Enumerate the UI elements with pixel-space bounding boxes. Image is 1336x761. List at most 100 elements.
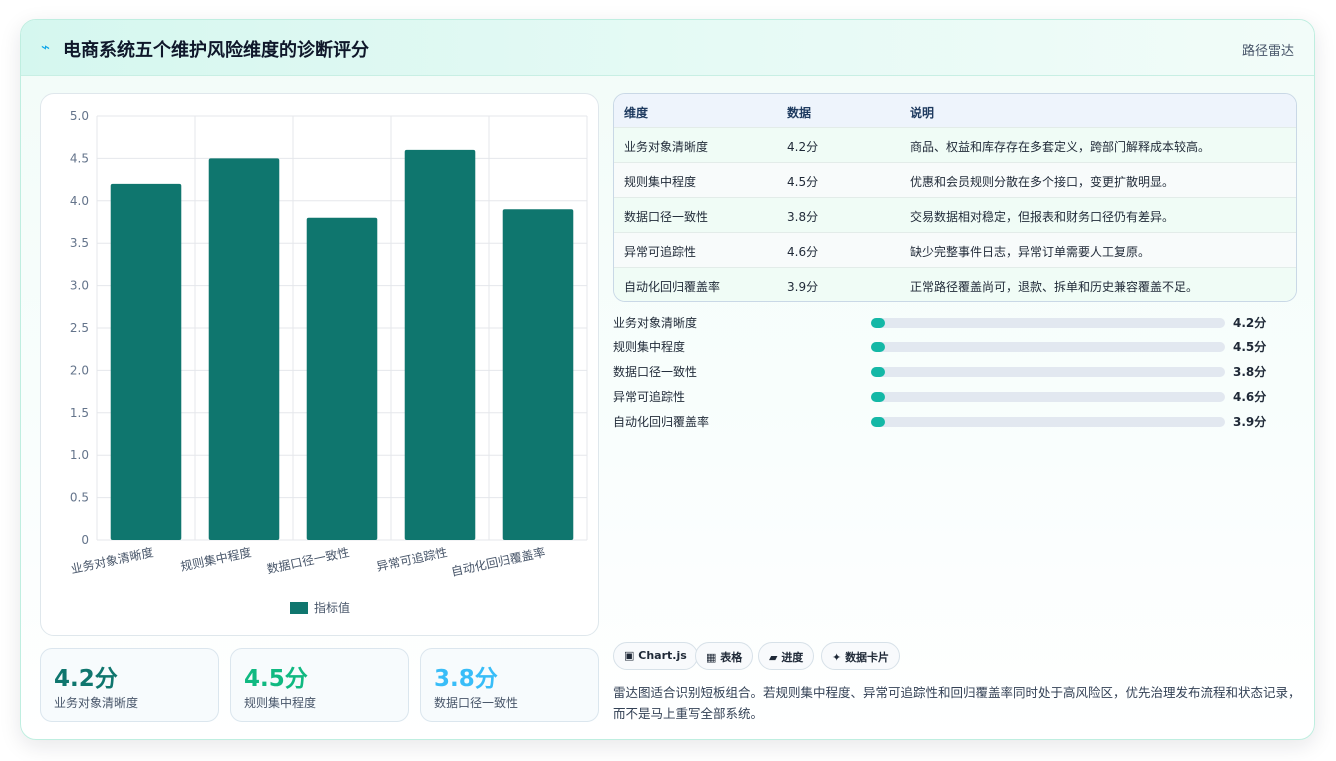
bar [208, 158, 280, 540]
legend-swatch [290, 602, 308, 614]
progress-label: 规则集中程度 [613, 340, 686, 354]
y-tick-label: 4.0 [70, 194, 89, 208]
metric-card-centralization: 4.5分 规则集中程度 [230, 648, 409, 722]
cell-dimension: 异常可追踪性 [624, 245, 697, 259]
cell-description: 商品、权益和库存存在多套定义，跨部门解释成本较高。 [910, 140, 1211, 154]
progress-fill [871, 342, 885, 352]
chip-label: 表格 [720, 651, 743, 664]
table-icon: ▦ [706, 651, 717, 664]
progress-value: 4.2分 [1233, 316, 1267, 330]
chart-icon: ▣ [624, 649, 635, 662]
page-title: 电商系统五个维护风险维度的诊断评分 [63, 40, 369, 61]
progress-label: 业务对象清晰度 [613, 316, 698, 330]
progress-label: 自动化回归覆盖率 [613, 415, 710, 429]
bar-chart-panel: 0 0.5 1.0 1.5 2.0 2.5 3.0 3.5 4.0 4.5 5.0 业务对象清晰度 规则… [40, 93, 599, 636]
progress-value: 3.9分 [1233, 415, 1267, 429]
column-header-description: 说明 [910, 106, 935, 120]
cell-description: 正常路径覆盖尚可，退款、拆单和历史兼容覆盖不足。 [910, 280, 1199, 294]
y-tick-label: 0.5 [70, 491, 89, 505]
bar [502, 209, 574, 540]
metric-value: 4.2分 [54, 666, 118, 692]
y-tick-label: 2.0 [70, 363, 89, 377]
legend-label: 指标值 [314, 600, 350, 615]
bar [404, 149, 476, 541]
metric-value: 4.5分 [244, 666, 308, 692]
progress-label: 数据口径一致性 [613, 365, 698, 379]
column-header-data: 数据 [787, 106, 812, 120]
progress-row: 数据口径一致性 3.8分 [613, 361, 1273, 381]
x-tick-label: 业务对象清晰度 [69, 544, 154, 576]
sparkle-icon: ✦ [832, 651, 842, 664]
radar-tag[interactable]: 路径雷达 [1242, 40, 1294, 59]
chip-label: 进度 [781, 651, 804, 664]
chip-chartjs[interactable]: ▣ Chart.js [613, 642, 698, 670]
cell-dimension: 规则集中程度 [624, 175, 697, 189]
dashboard-card: ⌁ 电商系统五个维护风险维度的诊断评分 路径雷达 0 0.5 1.0 1.5 2.0 2.… [20, 19, 1315, 740]
cell-description: 优惠和会员规则分散在多个接口，变更扩散明显。 [910, 175, 1175, 189]
metric-label: 业务对象清晰度 [54, 696, 139, 710]
y-tick-label: 1.0 [70, 448, 89, 462]
bar [306, 217, 378, 540]
column-header-dimension: 维度 [624, 106, 649, 120]
bolt-icon: ⌁ [41, 38, 51, 56]
table-row: 自动化回归覆盖率 3.9分 正常路径覆盖尚可，退款、拆单和历史兼容覆盖不足。 [614, 267, 1296, 301]
card-header: ⌁ 电商系统五个维护风险维度的诊断评分 路径雷达 [21, 20, 1314, 76]
progress-label: 异常可追踪性 [613, 390, 686, 404]
table-header-row: 维度 数据 说明 [614, 94, 1296, 127]
y-tick-label: 0 [81, 533, 89, 547]
progress-row: 异常可追踪性 4.6分 [613, 386, 1273, 406]
progress-row: 业务对象清晰度 4.2分 [613, 312, 1273, 332]
metric-value: 3.8分 [434, 666, 498, 692]
progress-fill [871, 417, 885, 427]
y-tick-label: 3.0 [70, 279, 89, 293]
cell-data: 4.6分 [787, 245, 819, 259]
cell-dimension: 自动化回归覆盖率 [624, 280, 721, 294]
y-tick-label: 1.5 [70, 406, 89, 420]
x-tick-label: 异常可追踪性 [375, 544, 449, 574]
progress-track [871, 392, 1225, 402]
cell-dimension: 数据口径一致性 [624, 210, 709, 224]
chip-progress[interactable]: ▰ 进度 [758, 642, 815, 670]
progress-row: 规则集中程度 4.5分 [613, 336, 1273, 356]
folder-icon: ▰ [769, 651, 778, 664]
chip-label: 数据卡片 [845, 651, 890, 664]
y-tick-label: 2.5 [70, 321, 89, 335]
progress-track [871, 417, 1225, 427]
progress-row: 自动化回归覆盖率 3.9分 [613, 411, 1273, 431]
x-tick-label: 自动化回归覆盖率 [450, 544, 547, 579]
metric-label: 数据口径一致性 [434, 696, 519, 710]
cell-description: 交易数据相对稳定，但报表和财务口径仍有差异。 [910, 210, 1175, 224]
y-tick-label: 3.5 [70, 236, 89, 250]
x-tick-label: 数据口径一致性 [265, 544, 350, 576]
analysis-note: 雷达图适合识别短板组合。若规则集中程度、异常可追踪性和回归覆盖率同时处于高风险区… [613, 685, 1301, 721]
chip-data-cards[interactable]: ✦ 数据卡片 [821, 642, 901, 670]
x-tick-label: 规则集中程度 [179, 544, 253, 574]
chip-label: Chart.js [638, 649, 687, 662]
cell-dimension: 业务对象清晰度 [624, 140, 709, 154]
table-row: 规则集中程度 4.5分 优惠和会员规则分散在多个接口，变更扩散明显。 [614, 162, 1296, 197]
progress-value: 4.6分 [1233, 390, 1267, 404]
progress-track [871, 367, 1225, 377]
table-row: 异常可追踪性 4.6分 缺少完整事件日志，异常订单需要人工复原。 [614, 232, 1296, 267]
metric-label: 规则集中程度 [244, 696, 317, 710]
cell-description: 缺少完整事件日志，异常订单需要人工复原。 [910, 245, 1151, 259]
metric-card-consistency: 3.8分 数据口径一致性 [420, 648, 599, 722]
progress-track [871, 318, 1225, 328]
progress-fill [871, 392, 885, 402]
y-tick-label: 5.0 [70, 109, 89, 123]
progress-fill [871, 318, 885, 328]
metric-card-clarity: 4.2分 业务对象清晰度 [40, 648, 219, 722]
progress-value: 4.5分 [1233, 340, 1267, 354]
table-row: 数据口径一致性 3.8分 交易数据相对稳定，但报表和财务口径仍有差异。 [614, 197, 1296, 232]
table-row: 业务对象清晰度 4.2分 商品、权益和库存存在多套定义，跨部门解释成本较高。 [614, 127, 1296, 162]
progress-value: 3.8分 [1233, 365, 1267, 379]
y-tick-label: 4.5 [70, 151, 89, 165]
bar-chart: 0 0.5 1.0 1.5 2.0 2.5 3.0 3.5 4.0 4.5 5.0 业务对象清晰度 规则… [69, 109, 588, 615]
chip-table[interactable]: ▦ 表格 [695, 642, 754, 670]
progress-track [871, 342, 1225, 352]
cell-data: 3.9分 [787, 280, 819, 294]
cell-data: 4.5分 [787, 175, 819, 189]
score-table: 维度 数据 说明 业务对象清晰度 4.2分 商品、权益和库存存在多套定义，跨部门… [613, 93, 1297, 302]
cell-data: 4.2分 [787, 140, 819, 154]
bar [110, 183, 182, 540]
